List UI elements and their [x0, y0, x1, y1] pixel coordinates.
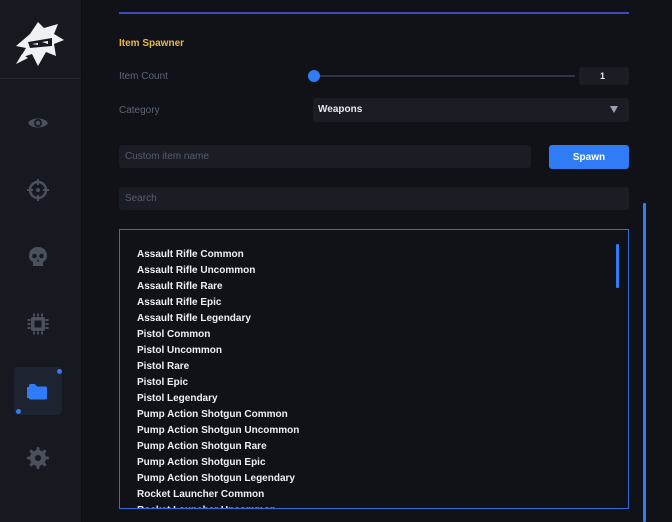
- list-item[interactable]: Assault Rifle Common: [137, 247, 299, 263]
- list-item[interactable]: Rocket Launcher Common: [137, 487, 299, 503]
- search-input[interactable]: [119, 187, 629, 210]
- list-item[interactable]: Pump Action Shotgun Rare: [137, 439, 299, 455]
- item-count-slider[interactable]: [308, 70, 575, 82]
- custom-item-name-input[interactable]: [119, 145, 531, 168]
- list-item[interactable]: Assault Rifle Rare: [137, 279, 299, 295]
- section-divider: [119, 12, 629, 14]
- list-item[interactable]: Pistol Uncommon: [137, 343, 299, 359]
- eye-icon: [28, 118, 48, 128]
- sidebar-item-players[interactable]: [14, 233, 62, 281]
- list-item[interactable]: Pump Action Shotgun Epic: [137, 455, 299, 471]
- category-select[interactable]: Weapons: [313, 98, 629, 122]
- list-item[interactable]: Assault Rifle Uncommon: [137, 263, 299, 279]
- list-item[interactable]: Pistol Epic: [137, 375, 299, 391]
- sidebar-item-items[interactable]: [14, 367, 62, 415]
- category-label: Category: [119, 105, 160, 116]
- slider-thumb[interactable]: [308, 70, 320, 82]
- list-item[interactable]: Pistol Legendary: [137, 391, 299, 407]
- section-title: Item Spawner: [119, 38, 185, 49]
- list-item[interactable]: Pump Action Shotgun Common: [137, 407, 299, 423]
- item-list: Assault Rifle Common Assault Rifle Uncomm…: [119, 229, 629, 509]
- list-item[interactable]: Pump Action Shotgun Legendary: [137, 471, 299, 487]
- sidebar: [0, 0, 82, 522]
- sidebar-item-aim[interactable]: [14, 166, 62, 214]
- sidebar-divider: [0, 78, 81, 79]
- sidebar-item-settings[interactable]: [14, 434, 62, 482]
- list-item[interactable]: Pistol Common: [137, 327, 299, 343]
- gear-icon: [27, 447, 49, 469]
- spawn-button[interactable]: Spawn: [549, 145, 629, 169]
- sidebar-item-visuals[interactable]: [14, 99, 62, 147]
- list-item[interactable]: Pistol Rare: [137, 359, 299, 375]
- item-count-value[interactable]: 1: [579, 67, 629, 85]
- list-item[interactable]: Rocket Launcher Uncommon: [137, 503, 299, 508]
- item-count-label: Item Count: [119, 71, 168, 82]
- chip-icon: [27, 313, 49, 335]
- page-scrollbar[interactable]: [643, 203, 646, 522]
- ninja-logo: [16, 22, 64, 66]
- sidebar-item-misc[interactable]: [14, 300, 62, 348]
- crosshair-icon: [27, 179, 49, 201]
- caret-down-icon: [610, 106, 618, 113]
- folder-icon: [27, 384, 47, 400]
- list-item[interactable]: Assault Rifle Legendary: [137, 311, 299, 327]
- item-list-entries: Assault Rifle Common Assault Rifle Uncomm…: [137, 247, 299, 508]
- skull-icon: [29, 247, 47, 266]
- active-indicator-dot: [57, 369, 62, 374]
- category-selected-value: Weapons: [318, 104, 363, 115]
- list-scrollbar[interactable]: [616, 244, 619, 288]
- active-indicator-dot: [16, 409, 21, 414]
- list-item[interactable]: Pump Action Shotgun Uncommon: [137, 423, 299, 439]
- list-item[interactable]: Assault Rifle Epic: [137, 295, 299, 311]
